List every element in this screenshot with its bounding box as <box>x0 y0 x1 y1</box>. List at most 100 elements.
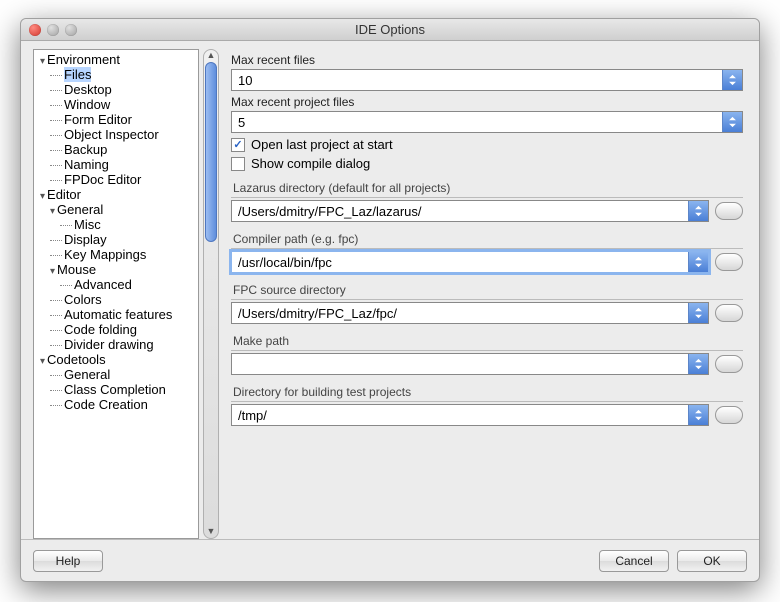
max-recent-files-value: 10 <box>238 73 722 88</box>
compiler-path-browse-button[interactable] <box>715 253 743 271</box>
compiler-path-combo[interactable]: /usr/local/bin/fpc <box>231 251 709 273</box>
tree-item-codetools[interactable]: Codetools <box>34 352 198 367</box>
fpc-src-combo[interactable]: /Users/dmitry/FPC_Laz/fpc/ <box>231 302 709 324</box>
tree-item-display[interactable]: Display <box>34 232 198 247</box>
tree-item-general[interactable]: General <box>34 202 198 217</box>
tree-item-backup[interactable]: Backup <box>34 142 198 157</box>
fpc-src-browse-button[interactable] <box>715 304 743 322</box>
tree-item-automatic-features[interactable]: Automatic features <box>34 307 198 322</box>
tree-item-object-inspector[interactable]: Object Inspector <box>34 127 198 142</box>
tree-item-window[interactable]: Window <box>34 97 198 112</box>
tree-scrollbar[interactable]: ▲ ▼ <box>203 49 219 539</box>
dialog-body: EnvironmentFilesDesktopWindowForm Editor… <box>21 41 759 539</box>
open-last-label: Open last project at start <box>251 137 393 152</box>
help-button[interactable]: Help <box>33 550 103 572</box>
tree-item-fpdoc-editor[interactable]: FPDoc Editor <box>34 172 198 187</box>
tree-item-advanced[interactable]: Advanced <box>34 277 198 292</box>
dropdown-icon[interactable] <box>722 70 742 90</box>
titlebar[interactable]: IDE Options <box>21 19 759 41</box>
options-tree[interactable]: EnvironmentFilesDesktopWindowForm Editor… <box>33 49 199 539</box>
tree-item-naming[interactable]: Naming <box>34 157 198 172</box>
compiler-path-value: /usr/local/bin/fpc <box>238 255 688 270</box>
tree-item-label: Codetools <box>47 352 106 367</box>
lazarus-dir-combo[interactable]: /Users/dmitry/FPC_Laz/lazarus/ <box>231 200 709 222</box>
tree-item-mouse[interactable]: Mouse <box>34 262 198 277</box>
make-path-browse-button[interactable] <box>715 355 743 373</box>
tree-item-environment[interactable]: Environment <box>34 52 198 67</box>
tree-item-desktop[interactable]: Desktop <box>34 82 198 97</box>
tree-item-class-completion[interactable]: Class Completion <box>34 382 198 397</box>
separator <box>231 401 743 402</box>
dialog-window: IDE Options EnvironmentFilesDesktopWindo… <box>20 18 760 582</box>
tree-item-label: General <box>64 367 110 382</box>
fpc-src-value: /Users/dmitry/FPC_Laz/fpc/ <box>238 306 688 321</box>
tree-item-colors[interactable]: Colors <box>34 292 198 307</box>
tree-item-code-creation[interactable]: Code Creation <box>34 397 198 412</box>
open-last-checkbox-row[interactable]: ✓ Open last project at start <box>231 137 743 152</box>
separator <box>231 197 743 198</box>
show-compile-checkbox[interactable] <box>231 157 245 171</box>
max-recent-projects-value: 5 <box>238 115 722 130</box>
lazarus-dir-value: /Users/dmitry/FPC_Laz/lazarus/ <box>238 204 688 219</box>
test-dir-label: Directory for building test projects <box>233 385 743 399</box>
dropdown-icon[interactable] <box>688 201 708 221</box>
tree-item-label: Advanced <box>74 277 132 292</box>
dropdown-icon[interactable] <box>688 303 708 323</box>
tree-item-label: Backup <box>64 142 107 157</box>
scroll-thumb[interactable] <box>205 62 217 242</box>
separator <box>231 248 743 249</box>
fpc-src-label: FPC source directory <box>233 283 743 297</box>
dropdown-icon[interactable] <box>688 354 708 374</box>
tree-item-label: Editor <box>47 187 81 202</box>
separator <box>231 350 743 351</box>
dropdown-icon[interactable] <box>688 405 708 425</box>
tree-item-label: Object Inspector <box>64 127 159 142</box>
tree-item-label: Automatic features <box>64 307 172 322</box>
tree-item-files[interactable]: Files <box>34 67 198 82</box>
test-dir-combo[interactable]: /tmp/ <box>231 404 709 426</box>
tree-item-label: Window <box>64 97 110 112</box>
tree-item-label: Naming <box>64 157 109 172</box>
tree-item-label: Colors <box>64 292 102 307</box>
dropdown-icon[interactable] <box>722 112 742 132</box>
max-recent-files-combo[interactable]: 10 <box>231 69 743 91</box>
lazarus-dir-label: Lazarus directory (default for all proje… <box>233 181 743 195</box>
compiler-path-label: Compiler path (e.g. fpc) <box>233 232 743 246</box>
tree-item-label: Desktop <box>64 82 112 97</box>
tree-item-label: Form Editor <box>64 112 132 127</box>
tree-item-form-editor[interactable]: Form Editor <box>34 112 198 127</box>
tree-item-label: Key Mappings <box>64 247 146 262</box>
max-recent-projects-combo[interactable]: 5 <box>231 111 743 133</box>
tree-item-divider-drawing[interactable]: Divider drawing <box>34 337 198 352</box>
test-dir-browse-button[interactable] <box>715 406 743 424</box>
max-recent-files-label: Max recent files <box>231 53 747 67</box>
make-path-combo[interactable] <box>231 353 709 375</box>
tree-panel: EnvironmentFilesDesktopWindowForm Editor… <box>33 49 219 539</box>
ok-button[interactable]: OK <box>677 550 747 572</box>
dropdown-icon[interactable] <box>688 252 708 272</box>
make-path-label: Make path <box>233 334 743 348</box>
tree-item-editor[interactable]: Editor <box>34 187 198 202</box>
open-last-checkbox[interactable]: ✓ <box>231 138 245 152</box>
tree-item-label: Environment <box>47 52 120 67</box>
show-compile-checkbox-row[interactable]: Show compile dialog <box>231 156 743 171</box>
button-bar: Help Cancel OK <box>21 539 759 581</box>
tree-item-label: Class Completion <box>64 382 166 397</box>
tree-item-label: Display <box>64 232 107 247</box>
cancel-button[interactable]: Cancel <box>599 550 669 572</box>
tree-item-label: FPDoc Editor <box>64 172 141 187</box>
tree-item-general[interactable]: General <box>34 367 198 382</box>
tree-item-label: Divider drawing <box>64 337 154 352</box>
tree-item-label: Files <box>64 67 91 82</box>
tree-item-label: General <box>57 202 103 217</box>
show-compile-label: Show compile dialog <box>251 156 370 171</box>
tree-item-code-folding[interactable]: Code folding <box>34 322 198 337</box>
tree-item-label: Code Creation <box>64 397 148 412</box>
scroll-up-icon[interactable]: ▲ <box>204 50 218 62</box>
scroll-down-icon[interactable]: ▼ <box>204 526 218 538</box>
tree-item-label: Code folding <box>64 322 137 337</box>
window-title: IDE Options <box>21 22 759 37</box>
lazarus-dir-browse-button[interactable] <box>715 202 743 220</box>
tree-item-key-mappings[interactable]: Key Mappings <box>34 247 198 262</box>
tree-item-misc[interactable]: Misc <box>34 217 198 232</box>
